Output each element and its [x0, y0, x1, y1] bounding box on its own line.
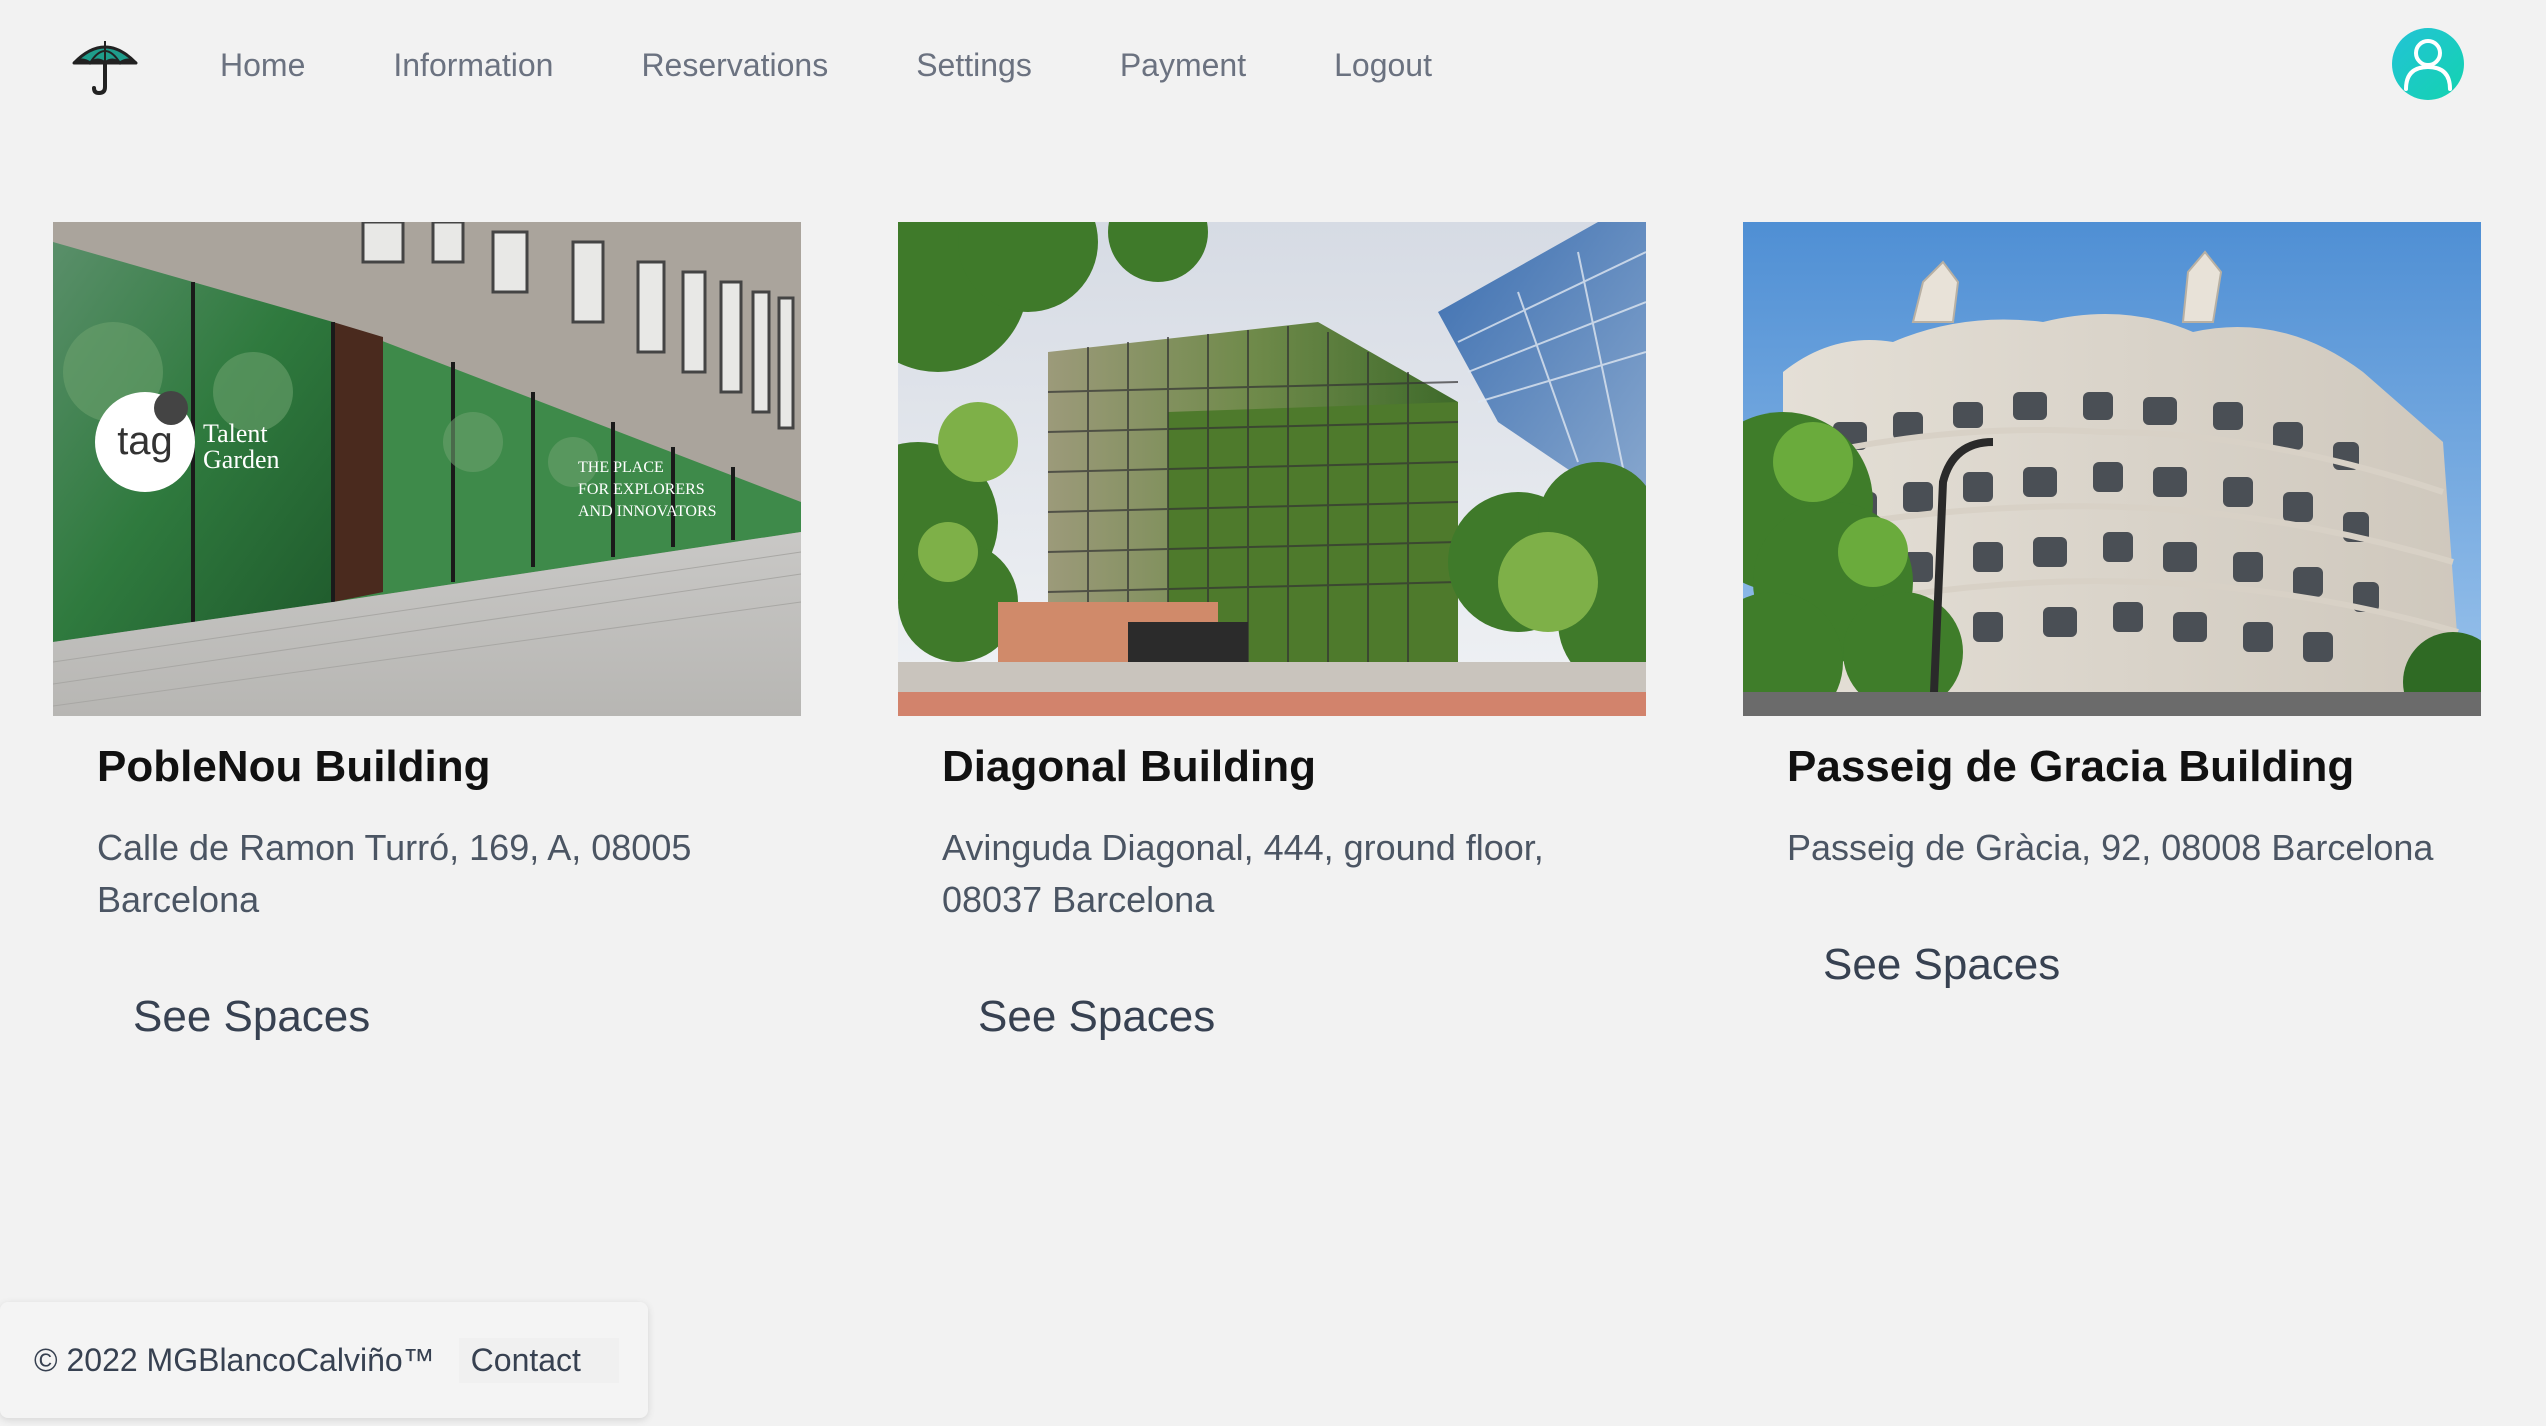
explorers-text: FOR EXPLORERS: [578, 481, 705, 498]
building-image-poblenou: tag Talent Garden THE PLACE FOR EXPLORER…: [53, 222, 801, 716]
top-navbar: Home Information Reservations Settings P…: [0, 0, 2546, 130]
building-card-poblenou: tag Talent Garden THE PLACE FOR EXPLORER…: [53, 222, 801, 1082]
building-address: Calle de Ramon Turró, 169, A, 08005 Barc…: [97, 827, 692, 920]
building-address: Passeig de Gràcia, 92, 08008 Barcelona: [1787, 827, 2434, 868]
garden-text: Garden: [203, 445, 280, 474]
footer: © 2022 MGBlancoCalviño™ Contact: [0, 1302, 648, 1418]
see-spaces-button[interactable]: See Spaces: [978, 992, 1215, 1042]
tag-logo-text: tag: [117, 419, 173, 463]
copyright-text: © 2022 MGBlancoCalviño™: [34, 1341, 435, 1378]
nav-reservations[interactable]: Reservations: [641, 47, 828, 84]
nav-payment[interactable]: Payment: [1120, 47, 1246, 84]
nav-home[interactable]: Home: [220, 47, 305, 84]
umbrella-icon[interactable]: [70, 35, 140, 96]
building-name: Diagonal Building: [942, 742, 1316, 791]
see-spaces-button[interactable]: See Spaces: [1823, 940, 2060, 990]
nav-logout[interactable]: Logout: [1334, 47, 1432, 84]
building-image-diagonal: [898, 222, 1646, 716]
nav-information[interactable]: Information: [393, 47, 553, 84]
user-avatar[interactable]: [2392, 28, 2464, 100]
innovators-text: AND INNOVATORS: [578, 503, 717, 520]
contact-link[interactable]: Contact: [458, 1337, 619, 1383]
building-name: Passeig de Gracia Building: [1787, 742, 2355, 791]
building-name: PobleNou Building: [97, 742, 491, 791]
see-spaces-button[interactable]: See Spaces: [133, 992, 370, 1042]
nav-links: Home Information Reservations Settings P…: [220, 0, 1520, 130]
user-icon: [2404, 39, 2452, 91]
building-card-diagonal: Diagonal Building Avinguda Diagonal, 444…: [898, 222, 1646, 1082]
building-image-passeig-de-gracia: [1743, 222, 2481, 716]
nav-settings[interactable]: Settings: [916, 47, 1032, 84]
building-card-passeig-de-gracia: Passeig de Gracia Building Passeig de Gr…: [1743, 222, 2481, 1082]
building-address: Avinguda Diagonal, 444, ground floor, 08…: [942, 827, 1544, 920]
talent-text: Talent: [203, 419, 268, 448]
place-text: THE PLACE: [578, 459, 664, 476]
